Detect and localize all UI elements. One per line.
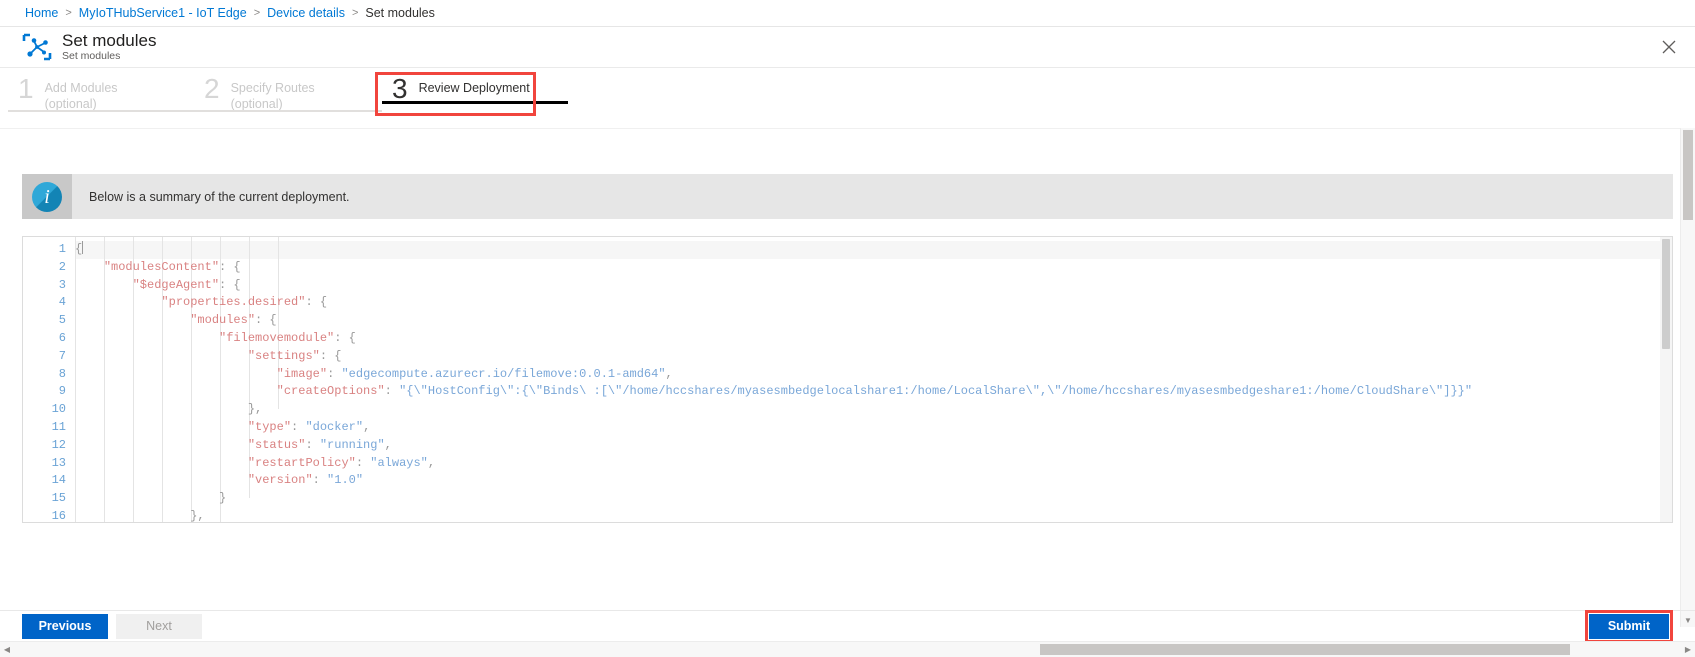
- page-vertical-scrollbar[interactable]: ▲ ▼: [1680, 128, 1695, 627]
- breadcrumb-separator-icon: >: [65, 7, 72, 19]
- editor-code-line: },: [247, 402, 263, 417]
- editor-line-number: 5: [58, 313, 66, 328]
- main-content: i Below is a summary of the current depl…: [0, 128, 1695, 610]
- editor-line-number: 6: [58, 330, 66, 345]
- info-glyph: i: [32, 181, 62, 212]
- wizard-footer: Previous Next Submit: [0, 609, 1695, 643]
- deployment-json-editor[interactable]: 1234567891011121314151617 { "modulesCont…: [22, 236, 1673, 523]
- scroll-left-icon[interactable]: ◀: [0, 642, 14, 657]
- editor-code-line: "createOptions": "{\"HostConfig\":{\"Bin…: [276, 384, 1473, 399]
- editor-code-area[interactable]: { "modulesContent": { "$edgeAgent": { "p…: [75, 237, 1672, 522]
- editor-line-numbers: 1234567891011121314151617: [23, 237, 75, 522]
- editor-code-line: }: [219, 491, 227, 506]
- breadcrumb-item-home[interactable]: Home: [25, 6, 58, 20]
- info-banner: i Below is a summary of the current depl…: [22, 174, 1673, 219]
- editor-code-line: "version": "1.0": [247, 473, 364, 488]
- editor-code-line: "settings": {: [247, 348, 342, 363]
- editor-line-number: 1: [58, 242, 66, 256]
- editor-line-number: 9: [58, 384, 66, 399]
- wizard-step-add-modules[interactable]: 1 Add Modules (optional): [8, 68, 194, 112]
- breadcrumb: Home > MyIoTHubService1 - IoT Edge > Dev…: [0, 0, 1695, 27]
- next-button: Next: [116, 613, 202, 639]
- wizard-step-underline: [8, 110, 194, 112]
- editor-vertical-scrollbar[interactable]: [1660, 237, 1672, 522]
- breadcrumb-item-iot-hub[interactable]: MyIoTHubService1 - IoT Edge: [79, 6, 247, 20]
- editor-code-line: "$edgeAgent": {: [132, 277, 241, 292]
- editor-text-caret: [82, 241, 84, 254]
- editor-code-line: "properties.desired": {: [161, 295, 328, 310]
- wizard-step-title: Review Deployment: [418, 81, 530, 95]
- breadcrumb-item-set-modules: Set modules: [365, 6, 435, 20]
- page-vscroll-thumb[interactable]: [1683, 130, 1693, 220]
- page-horizontal-scrollbar[interactable]: ◀ ▶: [0, 641, 1695, 657]
- editor-code-line: },: [190, 508, 205, 522]
- editor-code-line: "filemovemodule": {: [219, 330, 356, 345]
- editor-code-lines: { "modulesContent": { "$edgeAgent": { "p…: [75, 241, 1672, 522]
- editor-line-number: 7: [58, 348, 66, 363]
- editor-line-number: 4: [58, 295, 66, 310]
- page-title: Set modules: [62, 31, 157, 50]
- editor-line-number: 8: [58, 366, 66, 381]
- editor-code-line: {: [75, 241, 84, 256]
- editor-code-line: "modulesContent": {: [103, 259, 241, 274]
- editor-code-line: "status": "running",: [247, 437, 392, 452]
- info-banner-text: Below is a summary of the current deploy…: [89, 189, 350, 204]
- page-header: Set modules Set modules: [0, 27, 1695, 68]
- breadcrumb-item-device-details[interactable]: Device details: [267, 6, 345, 20]
- wizard-step-number: 1: [18, 73, 34, 104]
- wizard-step-underline: [194, 110, 382, 112]
- wizard-steps: 1 Add Modules (optional) 2 Specify Route…: [0, 68, 1695, 126]
- editor-line-number: 10: [51, 402, 66, 417]
- editor-line-number: 14: [51, 473, 66, 488]
- editor-line-number: 16: [51, 508, 66, 523]
- editor-line-number: 12: [51, 437, 66, 452]
- info-icon: i: [22, 174, 72, 219]
- editor-line-number: 11: [51, 419, 66, 434]
- editor-line-number: 15: [51, 491, 66, 506]
- wizard-step-number: 2: [204, 73, 220, 104]
- editor-code-line: "restartPolicy": "always",: [247, 455, 436, 470]
- iot-edge-modules-icon: [22, 32, 52, 62]
- editor-line-number: 13: [51, 455, 66, 470]
- editor-code-line: "image": "edgecompute.azurecr.io/filemov…: [276, 366, 673, 381]
- wizard-step-number: 3: [392, 73, 408, 104]
- editor-code-line: "type": "docker",: [247, 419, 371, 434]
- wizard-step-specify-routes[interactable]: 2 Specify Routes (optional): [194, 68, 382, 112]
- close-icon[interactable]: [1657, 35, 1681, 59]
- page-hscroll-thumb[interactable]: [1040, 644, 1570, 655]
- breadcrumb-separator-icon: >: [351, 7, 359, 19]
- editor-scrollbar-thumb[interactable]: [1662, 239, 1670, 349]
- previous-button[interactable]: Previous: [22, 613, 108, 639]
- wizard-step-review-deployment[interactable]: 3 Review Deployment: [382, 68, 568, 104]
- breadcrumb-separator-icon: >: [253, 7, 261, 19]
- scroll-right-icon[interactable]: ▶: [1681, 642, 1695, 657]
- page-subtitle: Set modules: [62, 50, 121, 62]
- editor-line-number: 2: [58, 259, 66, 274]
- submit-button[interactable]: Submit: [1589, 613, 1669, 639]
- editor-line-number: 3: [58, 277, 66, 292]
- wizard-step-title: Add Modules: [44, 81, 118, 95]
- wizard-step-title: Specify Routes: [230, 81, 315, 95]
- editor-code-line: "modules": {: [190, 313, 277, 328]
- wizard-step-underline: [382, 101, 568, 104]
